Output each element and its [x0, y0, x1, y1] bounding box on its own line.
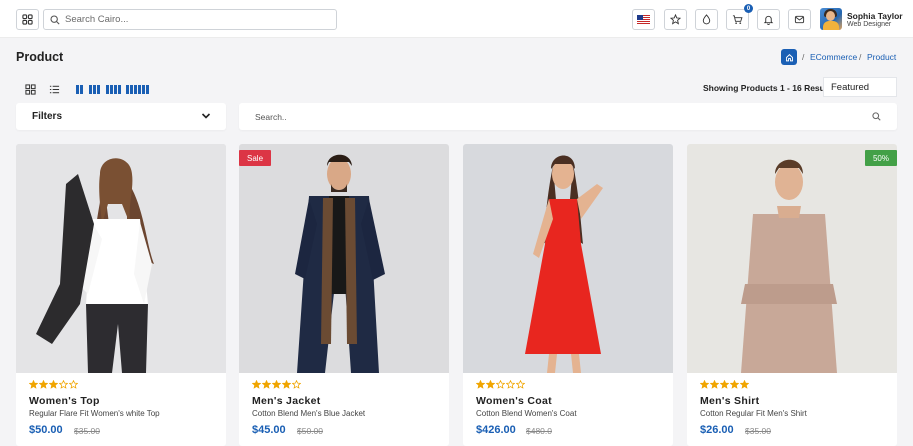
- bell-icon: [763, 15, 774, 25]
- global-search[interactable]: [43, 9, 337, 30]
- star-filled-icon: [252, 380, 261, 389]
- star-filled-icon: [262, 380, 271, 389]
- notifications-button[interactable]: [757, 9, 780, 30]
- avatar[interactable]: [820, 8, 842, 30]
- sale-badge: Sale: [239, 150, 272, 166]
- mail-icon: [794, 15, 805, 24]
- star-filled-icon: [700, 380, 709, 389]
- two-column-icon[interactable]: [76, 85, 83, 94]
- product-price: $26.00: [700, 424, 734, 436]
- star-filled-icon: [282, 380, 291, 389]
- list-view-icon[interactable]: [49, 84, 60, 95]
- product-image[interactable]: [687, 144, 897, 373]
- star-filled-icon: [740, 380, 749, 389]
- breadcrumb-separator: /: [859, 52, 862, 62]
- star-filled-icon: [730, 380, 739, 389]
- product-name[interactable]: Men's Shirt: [700, 395, 759, 407]
- product-image[interactable]: [239, 144, 449, 373]
- product-old-price: $35.00: [745, 426, 771, 436]
- product-name[interactable]: Men's Jacket: [252, 395, 321, 407]
- breadcrumb-separator: /: [802, 52, 805, 62]
- breadcrumb-ecommerce[interactable]: ECommerce: [810, 52, 857, 62]
- cart-count-badge: 0: [744, 4, 753, 13]
- star-outline-icon: [670, 14, 681, 25]
- product-old-price: $50.00: [297, 426, 323, 436]
- filters-dropdown[interactable]: Filters: [16, 103, 226, 130]
- page-title: Product: [16, 50, 64, 64]
- rating-stars: [252, 380, 301, 389]
- rating-stars: [700, 380, 749, 389]
- product-old-price: $35.00: [74, 426, 100, 436]
- language-button[interactable]: [632, 9, 655, 30]
- product-card[interactable]: Women's Coat Cotton Blend Women's Coat $…: [463, 144, 673, 446]
- star-empty-icon: [496, 380, 505, 389]
- product-card[interactable]: Women's Top Regular Flare Fit Women's wh…: [16, 144, 226, 446]
- product-description: Cotton Blend Women's Coat: [476, 409, 577, 418]
- breadcrumb-home[interactable]: [781, 49, 797, 65]
- home-icon: [785, 53, 793, 61]
- us-flag-icon: [637, 15, 650, 24]
- product-image[interactable]: [463, 144, 673, 373]
- discount-badge: 50%: [864, 150, 897, 166]
- cart-icon: [732, 15, 743, 24]
- star-filled-icon: [720, 380, 729, 389]
- user-name: Sophia Taylor: [847, 11, 903, 21]
- product-name[interactable]: Women's Top: [29, 395, 100, 407]
- star-filled-icon: [486, 380, 495, 389]
- star-filled-icon: [29, 380, 38, 389]
- app-grid-button[interactable]: [16, 9, 39, 30]
- three-column-icon[interactable]: [89, 85, 100, 94]
- product-price: $45.00: [252, 424, 286, 436]
- product-card[interactable]: 50% Men's Shirt Cotton Regular Fit Men's…: [687, 144, 897, 446]
- results-count: Showing Products 1 - 16 Results: [703, 83, 835, 93]
- star-filled-icon: [710, 380, 719, 389]
- product-description: Cotton Regular Fit Men's Shirt: [700, 409, 807, 418]
- four-column-icon[interactable]: [106, 85, 121, 94]
- six-column-icon[interactable]: [126, 85, 149, 94]
- star-filled-icon: [39, 380, 48, 389]
- product-card[interactable]: Sale Men's Jacket Cotton Blend Men's Blu…: [239, 144, 449, 446]
- user-role: Web Designer: [847, 21, 892, 28]
- star-empty-icon: [292, 380, 301, 389]
- chevron-down-icon: [201, 113, 211, 119]
- grid-view-icon[interactable]: [25, 84, 36, 95]
- favorites-button[interactable]: [664, 9, 687, 30]
- star-empty-icon: [516, 380, 525, 389]
- search-icon[interactable]: [872, 112, 881, 121]
- star-empty-icon: [69, 380, 78, 389]
- star-filled-icon: [476, 380, 485, 389]
- global-search-input[interactable]: [65, 14, 315, 25]
- product-search-input[interactable]: [255, 110, 835, 124]
- star-filled-icon: [49, 380, 58, 389]
- product-name[interactable]: Women's Coat: [476, 395, 552, 407]
- messages-button[interactable]: [788, 9, 811, 30]
- search-icon: [50, 14, 60, 25]
- star-empty-icon: [59, 380, 68, 389]
- product-price: $50.00: [29, 424, 63, 436]
- rating-stars: [476, 380, 525, 389]
- theme-button[interactable]: [695, 9, 718, 30]
- product-description: Cotton Blend Men's Blue Jacket: [252, 409, 366, 418]
- product-old-price: $480.0: [526, 426, 552, 436]
- product-price: $426.00: [476, 424, 516, 436]
- star-filled-icon: [272, 380, 281, 389]
- top-bar: 0 Sophia Taylor Web Designer: [0, 0, 913, 38]
- sort-select[interactable]: Featured: [823, 77, 897, 97]
- grid-icon: [22, 14, 33, 25]
- breadcrumb-product: Product: [867, 52, 897, 62]
- droplet-icon: [702, 14, 711, 25]
- star-empty-icon: [506, 380, 515, 389]
- product-description: Regular Flare Fit Women's white Top: [29, 409, 160, 418]
- filters-label: Filters: [32, 111, 63, 122]
- rating-stars: [29, 380, 78, 389]
- product-search[interactable]: [239, 103, 897, 130]
- product-image[interactable]: [16, 144, 226, 373]
